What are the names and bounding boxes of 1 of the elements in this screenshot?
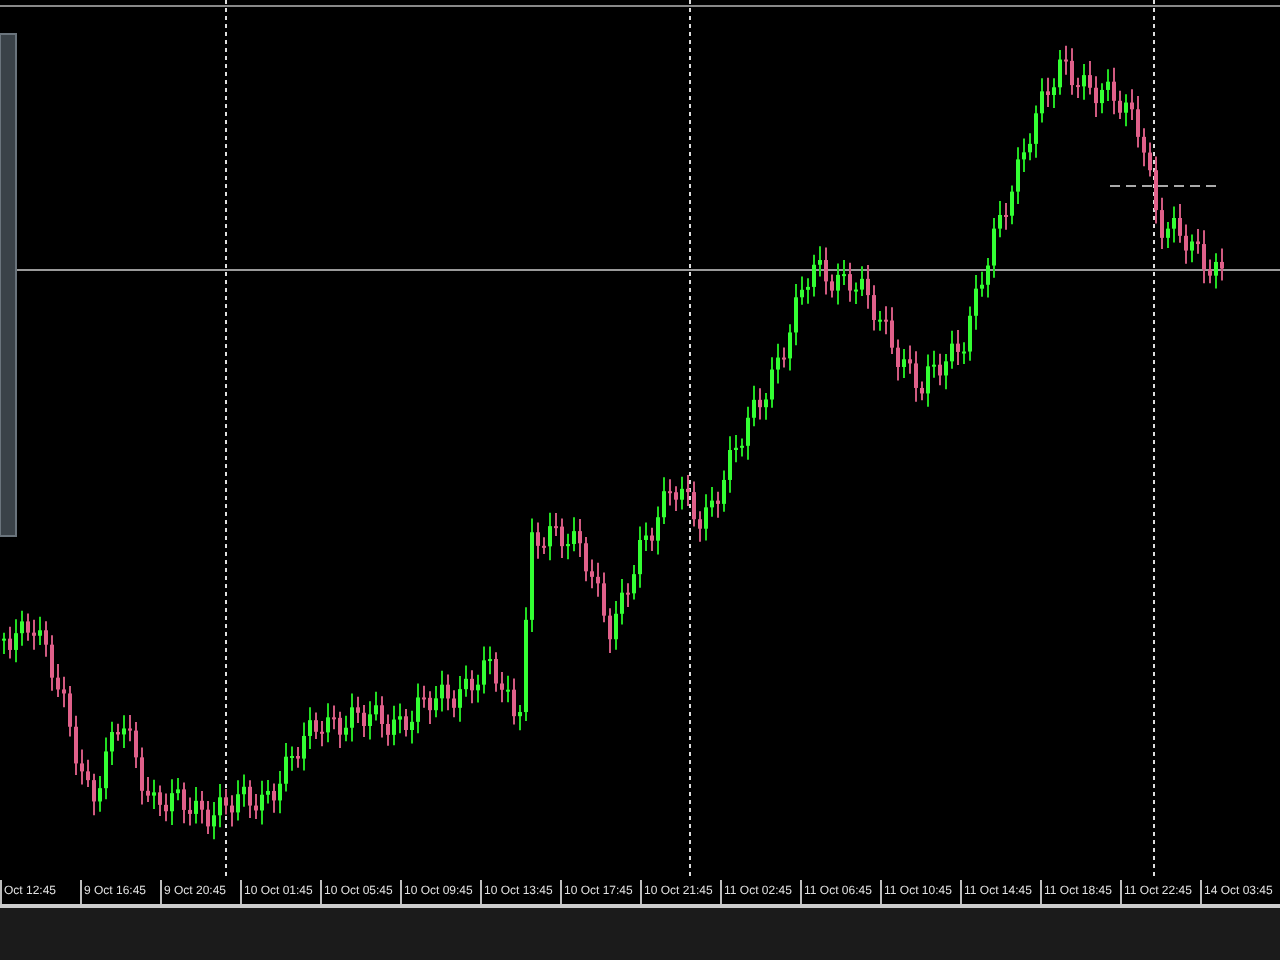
price-level-line [1109, 185, 1221, 187]
